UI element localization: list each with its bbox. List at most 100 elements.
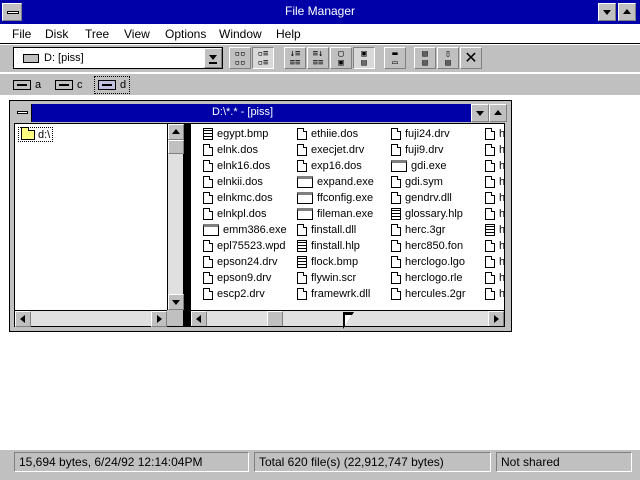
paste-button[interactable]: ▯ ▤ [437,47,459,69]
drive-c[interactable]: c [52,76,86,94]
program-icon [297,208,313,220]
drive-a-label: a [35,79,42,91]
menu-window[interactable]: Window [219,27,262,41]
drive-d[interactable]: d [94,76,131,94]
list-item[interactable]: finstall.hlp [297,238,374,254]
files-scroll-left-button[interactable] [191,311,207,326]
view-details-icon: ▫≡ ▫≡ [257,49,269,68]
list-item[interactable]: herclogo.rle [391,270,466,286]
list-item[interactable]: gdi.exe [391,158,466,174]
list-item[interactable]: expand.exe [297,174,374,190]
list-item[interactable]: fuji24.drv [391,126,466,142]
list-item[interactable]: elnkmc.dos [203,190,287,206]
delete-button[interactable]: ✕ [460,47,482,69]
list-item[interactable]: elnk.dos [203,142,287,158]
list-item[interactable]: gdi.sym [391,174,466,190]
list-item[interactable]: elnkii.dos [203,174,287,190]
network-button[interactable]: ▣ ▤ [353,47,375,69]
list-item[interactable]: finstall.dll [297,222,374,238]
file-name: hp [499,256,505,268]
list-item[interactable]: gendrv.dll [391,190,466,206]
list-item[interactable]: fuji9.drv [391,142,466,158]
list-item[interactable]: elnk16.dos [203,158,287,174]
list-item[interactable]: herclogo.lgo [391,254,466,270]
status-total-info: Total 620 file(s) (22,912,747 bytes) [254,452,491,472]
list-item[interactable]: herc.3gr [391,222,466,238]
tree-scroll-down-button[interactable] [168,294,184,310]
tree-scroll-right-button[interactable] [151,311,167,327]
list-item[interactable]: egypt.bmp [203,126,287,142]
file-name: gendrv.dll [405,192,452,204]
list-item[interactable]: epson9.drv [203,270,287,286]
menu-tree[interactable]: Tree [85,27,109,41]
disconnect-button[interactable]: ▬ ▭ [384,47,406,69]
list-item[interactable]: flock.bmp [297,254,374,270]
drive-dropdown-button[interactable] [204,48,222,68]
list-item[interactable]: hp [485,286,504,302]
document-icon [391,192,401,204]
menu-options[interactable]: Options [165,27,206,41]
tree-vertical-scrollbar[interactable] [167,124,184,310]
drive-selector[interactable]: D: [piss] [13,47,223,69]
list-item[interactable]: he [485,174,504,190]
copy-button[interactable]: ▤ ▤ [414,47,436,69]
list-item[interactable]: glossary.hlp [391,206,466,222]
program-icon [297,176,313,188]
child-maximize-button[interactable] [489,104,507,122]
file-name: hp [499,272,505,284]
list-item[interactable]: emm386.exe [203,222,287,238]
list-item[interactable]: flywin.scr [297,270,374,286]
list-item[interactable]: exp16.dos [297,158,374,174]
list-item[interactable]: ethiie.dos [297,126,374,142]
program-icon [203,224,219,236]
list-item[interactable]: herc850.fon [391,238,466,254]
list-item[interactable]: epl75523.wpd [203,238,287,254]
tree-scroll-up-button[interactable] [168,124,184,140]
list-item[interactable]: hp [485,238,504,254]
list-item[interactable]: hercules.2gr [391,286,466,302]
file-name: elnkmc.dos [217,192,273,204]
list-item[interactable]: hn [485,206,504,222]
window-title: File Manager [284,4,356,18]
tree-vscroll-thumb[interactable] [168,140,184,154]
list-item[interactable]: hp [485,254,505,270]
document-icon [391,176,401,188]
minimize-button[interactable] [598,3,616,21]
files-hscroll-thumb[interactable] [267,311,283,326]
maximize-button[interactable] [618,3,636,21]
list-item[interactable]: fileman.exe [297,206,374,222]
file-list-pane[interactable]: egypt.bmp elnk.dos elnk16.dos elnkii.dos eln… [190,123,505,327]
drive-a[interactable]: a [10,76,44,94]
view-details-button[interactable]: ▫≡ ▫≡ [252,47,274,69]
file-name: hercules.2gr [405,288,466,300]
list-item[interactable]: elnkpl.dos [203,206,287,222]
view-name-button[interactable]: ▫▫ ▫▫ [229,47,251,69]
tree-pane[interactable]: d:\ [14,123,184,327]
list-item[interactable]: he [485,126,504,142]
list-item[interactable]: escp2.drv [203,286,287,302]
child-minimize-button[interactable] [471,104,489,122]
menu-file[interactable]: File [12,27,31,41]
tree-horizontal-scrollbar[interactable] [15,310,167,327]
new-window-button[interactable]: ▢ ▣ [330,47,352,69]
list-item[interactable]: execjet.drv [297,142,374,158]
sort-name-button[interactable]: ↓≡ ≡≡ [284,47,306,69]
list-item[interactable]: he [485,158,505,174]
list-item[interactable]: ho [485,222,504,238]
file-name: he [499,160,505,172]
sort-type-button[interactable]: ≡↓ ≡≡ [307,47,329,69]
menu-help[interactable]: Help [276,27,301,41]
list-item[interactable]: framewrk.dll [297,286,374,302]
list-item[interactable]: hp [485,270,505,286]
tree-root-item[interactable]: d:\ [18,126,54,142]
file-name: epl75523.wpd [217,240,286,252]
tree-scroll-left-button[interactable] [15,311,31,327]
list-item[interactable]: he [485,142,504,158]
files-scroll-right-button[interactable] [488,311,504,326]
menu-disk[interactable]: Disk [45,27,68,41]
sort-name-icon: ↓≡ ≡≡ [289,49,301,68]
menu-view[interactable]: View [124,27,150,41]
list-item[interactable]: hi [485,190,504,206]
list-item[interactable]: ffconfig.exe [297,190,374,206]
list-item[interactable]: epson24.drv [203,254,287,270]
